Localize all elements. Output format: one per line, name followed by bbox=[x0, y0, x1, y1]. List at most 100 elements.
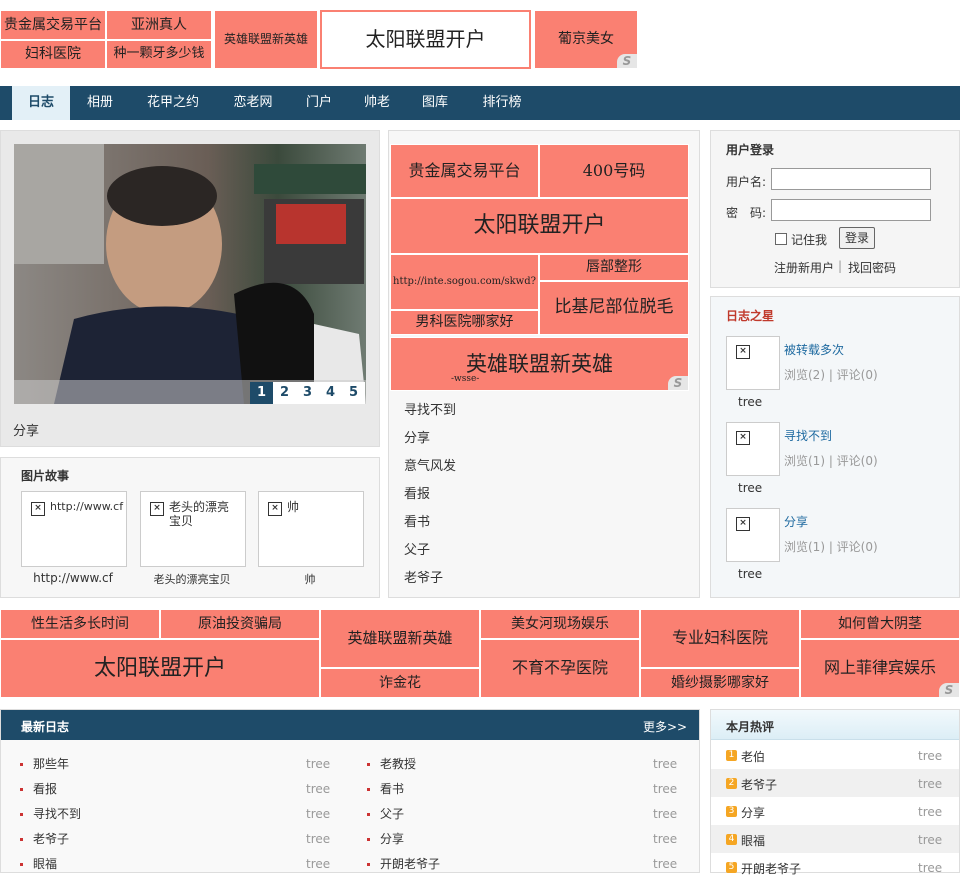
hot-item-title[interactable]: 老爷子 bbox=[741, 776, 777, 793]
nav-item-blog[interactable]: 日志 bbox=[12, 86, 70, 120]
latest-blog-user[interactable]: tree bbox=[306, 832, 330, 846]
star-user[interactable]: tree bbox=[738, 395, 762, 409]
top-ad-lol-hero[interactable]: 英雄联盟新英雄 bbox=[214, 10, 318, 69]
star-avatar-3[interactable]: × bbox=[726, 508, 780, 562]
nav-item-album[interactable]: 相册 bbox=[78, 86, 122, 120]
slide-page-3[interactable]: 3 bbox=[296, 382, 319, 404]
latest-blog-user[interactable]: tree bbox=[653, 757, 677, 771]
nav-item-shuailao[interactable]: 帅老 bbox=[356, 86, 398, 120]
star-user[interactable]: tree bbox=[738, 481, 762, 495]
slide-page-4[interactable]: 4 bbox=[319, 382, 342, 404]
slideshow-pager: 1 2 3 4 5 bbox=[250, 382, 366, 404]
band-ad-5[interactable]: 专业妇科医院 bbox=[640, 609, 800, 668]
latest-blog-user[interactable]: tree bbox=[653, 832, 677, 846]
hot-item-user[interactable]: tree bbox=[918, 749, 942, 763]
remember-checkbox[interactable] bbox=[775, 233, 787, 245]
band-ad-9[interactable]: 网上菲律宾娱乐 S bbox=[800, 639, 960, 698]
mid-ad-gold-trading[interactable]: 贵金属交易平台 bbox=[390, 144, 539, 198]
hot-item-user[interactable]: tree bbox=[918, 777, 942, 791]
star-post-title[interactable]: 被转载多次 bbox=[784, 341, 844, 358]
slideshow-caption[interactable]: 分享 bbox=[13, 420, 39, 439]
star-post-title[interactable]: 分享 bbox=[784, 513, 808, 530]
latest-blog-title[interactable]: 老教授 bbox=[380, 755, 416, 772]
band-ad-8[interactable]: 不育不孕医院 bbox=[480, 639, 640, 698]
slide-page-1[interactable]: 1 bbox=[250, 382, 273, 404]
band-ad-3[interactable]: 英雄联盟新英雄 bbox=[320, 609, 480, 668]
band-ad-10[interactable]: 诈金花 bbox=[320, 668, 480, 698]
photo-story-thumb-3[interactable]: × 帅 bbox=[258, 491, 364, 567]
top-ad-gynecology[interactable]: 妇科医院 bbox=[0, 40, 106, 69]
latest-blog-title[interactable]: 寻找不到 bbox=[33, 805, 81, 822]
mid-list-item[interactable]: 看报 bbox=[404, 483, 430, 502]
star-post-title[interactable]: 寻找不到 bbox=[784, 427, 832, 444]
password-input[interactable] bbox=[771, 199, 931, 221]
latest-blog-user[interactable]: tree bbox=[306, 857, 330, 871]
top-ad-asia-live[interactable]: 亚洲真人 bbox=[106, 10, 212, 40]
band-ad-11[interactable]: 婚纱摄影哪家好 bbox=[640, 668, 800, 698]
mid-list-item[interactable]: 老爷子 bbox=[404, 567, 443, 586]
mid-ad-400-number[interactable]: 400号码 bbox=[539, 144, 689, 198]
latest-blog-user[interactable]: tree bbox=[306, 757, 330, 771]
mid-ad-lol-hero[interactable]: 英雄联盟新英雄 -wsse- S bbox=[390, 337, 689, 391]
star-avatar-2[interactable]: × bbox=[726, 422, 780, 476]
forgot-password-link[interactable]: 找回密码 bbox=[848, 259, 896, 276]
login-button[interactable]: 登录 bbox=[839, 227, 875, 249]
latest-blog-title[interactable]: 分享 bbox=[380, 830, 404, 847]
star-avatar-1[interactable]: × bbox=[726, 336, 780, 390]
latest-blog-title[interactable]: 开朗老爷子 bbox=[380, 855, 440, 872]
nav-item-huajia[interactable]: 花甲之约 bbox=[138, 86, 208, 120]
top-ad-dental[interactable]: 种一颗牙多少钱 bbox=[106, 40, 212, 69]
hot-item-user[interactable]: tree bbox=[918, 833, 942, 847]
latest-blog-title[interactable]: 看书 bbox=[380, 780, 404, 797]
slide-page-5[interactable]: 5 bbox=[342, 382, 365, 404]
mid-ad-sogou-link[interactable]: http://inte.sogou.com/skwd? bbox=[390, 254, 539, 310]
latest-blog-title[interactable]: 看报 bbox=[33, 780, 57, 797]
latest-blog-title[interactable]: 父子 bbox=[380, 805, 404, 822]
photo-story-thumb-2[interactable]: × 老头的漂亮宝贝 bbox=[140, 491, 246, 567]
hot-item-title[interactable]: 分享 bbox=[741, 804, 765, 821]
band-ad-2[interactable]: 原油投资骗局 bbox=[160, 609, 320, 639]
slideshow-image[interactable]: 1 2 3 4 5 bbox=[14, 144, 366, 404]
band-ad-sun-alliance[interactable]: 太阳联盟开户 bbox=[0, 639, 320, 698]
register-link[interactable]: 注册新用户 bbox=[774, 259, 834, 276]
mid-ad-lip-surgery[interactable]: 唇部整形 bbox=[539, 254, 689, 281]
photo-story-caption-3[interactable]: 帅 bbox=[258, 571, 362, 587]
mid-ad-bikini-hair[interactable]: 比基尼部位脱毛 bbox=[539, 281, 689, 335]
latest-blog-user[interactable]: tree bbox=[306, 782, 330, 796]
mid-list-item[interactable]: 看书 bbox=[404, 511, 430, 530]
hot-item-title[interactable]: 老伯 bbox=[741, 748, 765, 765]
photo-story-caption-1[interactable]: http://www.cf bbox=[21, 571, 125, 585]
hot-item-title[interactable]: 眼福 bbox=[741, 832, 765, 849]
latest-blog-user[interactable]: tree bbox=[306, 807, 330, 821]
latest-blog-user[interactable]: tree bbox=[653, 807, 677, 821]
mid-list-item[interactable]: 父子 bbox=[404, 539, 430, 558]
latest-more-link[interactable]: 更多>> bbox=[643, 718, 687, 735]
band-ad-1[interactable]: 性生活多长时间 bbox=[0, 609, 160, 639]
nav-item-ranking[interactable]: 排行榜 bbox=[474, 86, 530, 120]
mid-list-item[interactable]: 意气风发 bbox=[404, 455, 456, 474]
top-ad-lisboa[interactable]: 葡京美女 S bbox=[534, 10, 638, 69]
band-ad-6[interactable]: 如何曾大阴茎 bbox=[800, 609, 960, 639]
nav-item-lianlao[interactable]: 恋老网 bbox=[224, 86, 282, 120]
mid-ad-andrology[interactable]: 男科医院哪家好 bbox=[390, 310, 539, 335]
latest-blog-user[interactable]: tree bbox=[653, 857, 677, 871]
hot-item-user[interactable]: tree bbox=[918, 805, 942, 819]
photo-story-caption-2[interactable]: 老头的漂亮宝贝 bbox=[140, 571, 244, 587]
nav-item-portal[interactable]: 门户 bbox=[298, 86, 340, 120]
mid-ad-sun-alliance[interactable]: 太阳联盟开户 bbox=[390, 198, 689, 254]
hot-item-title[interactable]: 开朗老爷子 bbox=[741, 860, 801, 877]
latest-blog-title[interactable]: 老爷子 bbox=[33, 830, 69, 847]
star-user[interactable]: tree bbox=[738, 567, 762, 581]
top-ad-gold-trading[interactable]: 贵金属交易平台 bbox=[0, 10, 106, 40]
band-ad-4[interactable]: 美女河现场娱乐 bbox=[480, 609, 640, 639]
photo-story-thumb-1[interactable]: × http://www.cf bbox=[21, 491, 127, 567]
top-ad-sun-alliance[interactable]: 太阳联盟开户 bbox=[320, 10, 531, 69]
username-input[interactable] bbox=[771, 168, 931, 190]
latest-blog-title[interactable]: 眼福 bbox=[33, 855, 57, 872]
latest-blog-user[interactable]: tree bbox=[653, 782, 677, 796]
latest-blog-title[interactable]: 那些年 bbox=[33, 755, 69, 772]
mid-list-item[interactable]: 寻找不到 bbox=[404, 399, 456, 418]
slide-page-2[interactable]: 2 bbox=[273, 382, 296, 404]
nav-item-gallery[interactable]: 图库 bbox=[414, 86, 456, 120]
mid-list-item[interactable]: 分享 bbox=[404, 427, 430, 446]
